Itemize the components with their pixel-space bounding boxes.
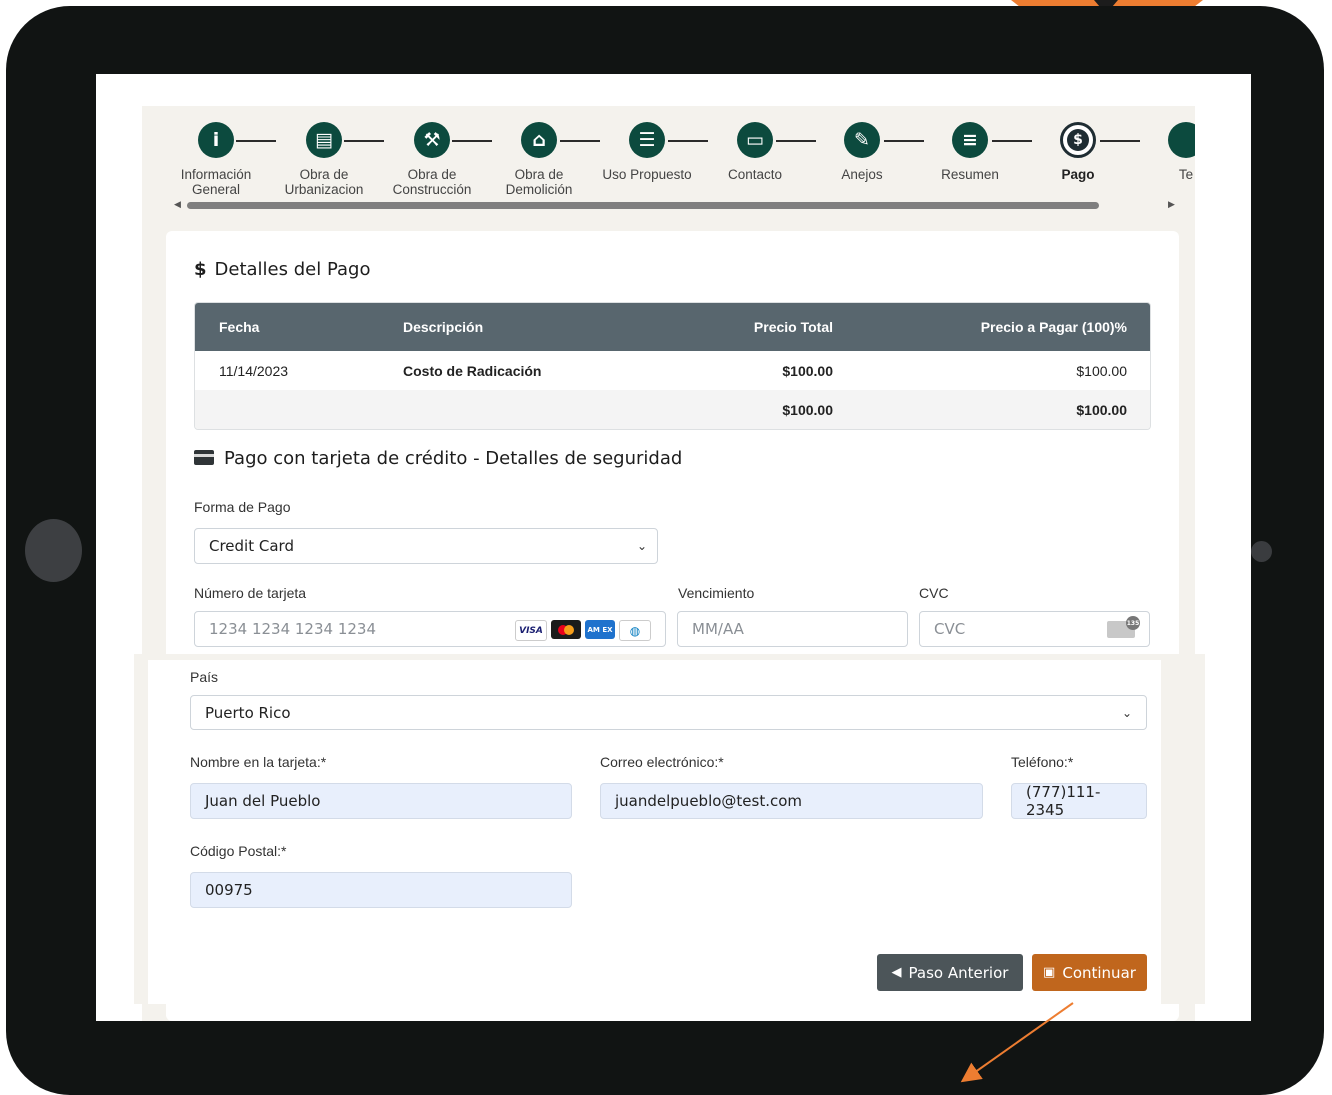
annotation-arrow: [960, 1002, 1074, 1083]
